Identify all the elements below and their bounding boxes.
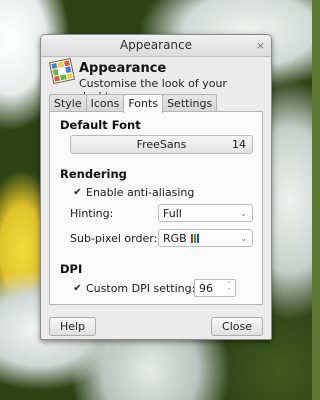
antialias-row[interactable]: ✔ Enable anti-aliasing — [72, 185, 194, 199]
font-size-label: 14 — [232, 138, 246, 151]
subpixel-value: RGB — [163, 232, 187, 245]
custom-dpi-label: Custom DPI setting: — [86, 281, 196, 295]
tab-style[interactable]: Style — [49, 94, 87, 112]
rendering-heading: Rendering — [60, 167, 127, 181]
tab-fonts[interactable]: Fonts — [123, 94, 164, 113]
chevron-down-icon: ⌄ — [240, 209, 247, 218]
dpi-heading: DPI — [60, 262, 83, 276]
close-icon[interactable]: × — [255, 40, 266, 51]
title-bar[interactable]: Appearance × — [41, 35, 271, 57]
tab-bar: Style Icons Fonts Settings — [49, 94, 218, 113]
header-title: Appearance — [79, 61, 167, 76]
rgb-blue-bar — [197, 234, 200, 243]
default-font-heading: Default Font — [60, 118, 141, 132]
spin-arrows[interactable]: ˄ ˅ — [225, 281, 233, 295]
font-chooser-button[interactable]: FreeSans 14 — [70, 135, 253, 154]
hinting-select[interactable]: Full ⌄ — [158, 204, 253, 222]
dialog-header: Appearance Customise the look of your de… — [41, 57, 271, 103]
dpi-spinbutton[interactable]: 96 ˄ ˅ — [194, 279, 236, 297]
fonts-panel: Default Font FreeSans 14 Rendering ✔ Ena… — [49, 111, 263, 305]
appearance-dialog: Appearance × Appearance Customise the lo… — [40, 34, 272, 340]
help-button[interactable]: Help — [49, 317, 97, 336]
dpi-value: 96 — [199, 282, 213, 295]
antialias-label: Enable anti-aliasing — [86, 185, 195, 199]
rgb-red-bar — [191, 234, 194, 243]
subpixel-select[interactable]: RGB ⌄ — [158, 229, 253, 247]
chevron-down-icon: ⌄ — [240, 234, 247, 243]
font-name-label: FreeSans — [136, 138, 187, 151]
rgb-order-icon — [191, 234, 200, 243]
appearance-app-icon — [48, 57, 76, 85]
tab-icons[interactable]: Icons — [85, 94, 125, 112]
antialias-checkbox[interactable]: ✔ — [72, 187, 83, 198]
window-title: Appearance — [119, 38, 193, 52]
subpixel-label: Sub-pixel order: — [70, 232, 158, 245]
spin-up-icon[interactable]: ˄ — [225, 281, 233, 288]
hinting-value: Full — [163, 207, 182, 220]
custom-dpi-row[interactable]: ✔ Custom DPI setting: — [72, 281, 195, 295]
custom-dpi-checkbox[interactable]: ✔ — [72, 283, 83, 294]
close-button[interactable]: Close — [211, 317, 263, 336]
rgb-green-bar — [194, 234, 197, 243]
spin-down-icon[interactable]: ˅ — [225, 288, 233, 295]
tab-settings[interactable]: Settings — [162, 94, 218, 112]
hinting-label: Hinting: — [70, 207, 114, 220]
